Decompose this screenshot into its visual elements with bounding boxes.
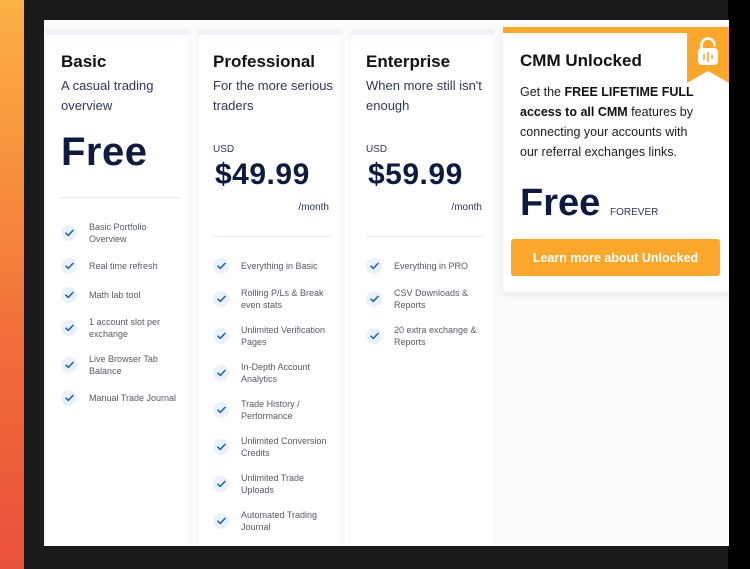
check-icon xyxy=(213,291,229,307)
background-dark-strip xyxy=(728,0,750,569)
plan-description: Get the FREE LIFETIME FULL access to all… xyxy=(520,85,694,159)
check-icon xyxy=(213,476,229,492)
plan-title: CMM Unlocked xyxy=(520,51,642,70)
feature-item: Manual Trade Journal xyxy=(61,390,179,406)
plan-price: Free xyxy=(520,182,601,224)
feature-list: Basic Portfolio Overview Real time refre… xyxy=(61,221,179,419)
check-icon xyxy=(61,390,77,406)
feature-item: Everything in Basic xyxy=(213,258,331,274)
check-icon xyxy=(61,258,77,274)
check-icon xyxy=(61,320,77,336)
plan-title: Professional xyxy=(213,52,316,71)
plan-price-suffix: FOREVER xyxy=(610,207,659,218)
feature-item: Unlimited Conversion Credits xyxy=(213,435,331,459)
plan-subtitle: When more still isn't enough xyxy=(366,78,482,113)
check-icon xyxy=(366,258,382,274)
plan-card-enterprise: Enterprise When more still isn't enough … xyxy=(351,30,494,546)
unlock-chart-icon xyxy=(687,27,729,83)
check-icon xyxy=(213,365,229,381)
divider xyxy=(213,236,331,237)
feature-item: 1 account slot per exchange xyxy=(61,316,179,340)
feature-item: Real time refresh xyxy=(61,258,179,274)
feature-item: Math lab tool xyxy=(61,287,179,303)
feature-list: Everything in PRO CSV Downloads & Report… xyxy=(366,258,484,361)
plan-title: Enterprise xyxy=(366,52,451,71)
plan-currency: USD xyxy=(213,144,235,155)
plan-card-professional: Professional For the more serious trader… xyxy=(198,30,341,546)
plan-period: /month xyxy=(298,202,329,213)
divider xyxy=(61,197,179,198)
plan-period: /month xyxy=(451,202,482,213)
feature-item: Automated Trading Journal xyxy=(213,509,331,533)
feature-item: CSV Downloads & Reports xyxy=(366,287,484,311)
check-icon xyxy=(61,225,77,241)
feature-item: Trade History / Performance xyxy=(213,398,331,422)
check-icon xyxy=(213,258,229,274)
learn-more-unlocked-button[interactable]: Learn more about Unlocked xyxy=(511,239,720,276)
feature-item: 20 extra exchange & Reports xyxy=(366,324,484,348)
background-gradient-strip xyxy=(0,0,24,569)
feature-item: Unlimited Verification Pages xyxy=(213,324,331,348)
feature-item: In-Depth Account Analytics xyxy=(213,361,331,385)
check-icon xyxy=(366,291,382,307)
check-icon xyxy=(61,357,77,373)
plan-price: $49.99 xyxy=(215,158,310,191)
feature-list: Everything in Basic Rolling P/Ls & Break… xyxy=(213,258,331,546)
check-icon xyxy=(213,439,229,455)
plan-card-basic: Basic A casual trading overview Free Bas… xyxy=(46,30,189,546)
check-icon xyxy=(213,402,229,418)
check-icon xyxy=(213,328,229,344)
plan-subtitle: For the more serious traders xyxy=(213,78,333,113)
plan-price: $59.99 xyxy=(368,158,463,191)
divider xyxy=(366,236,484,237)
feature-item: Everything in PRO xyxy=(366,258,484,274)
plan-title: Basic xyxy=(61,52,107,71)
plan-subtitle: A casual trading overview xyxy=(61,78,154,113)
plan-price: Free xyxy=(61,130,148,174)
check-icon xyxy=(213,513,229,529)
plan-card-unlocked: CMM Unlocked Get the FREE LIFETIME FULL … xyxy=(503,27,729,292)
plan-currency: USD xyxy=(366,144,388,155)
pricing-section: Basic A casual trading overview Free Bas… xyxy=(44,20,729,546)
feature-item: Basic Portfolio Overview xyxy=(61,221,179,245)
feature-item: Live Browser Tab Balance xyxy=(61,353,179,377)
check-icon xyxy=(366,328,382,344)
feature-item: Rolling P/Ls & Break even stats xyxy=(213,287,331,311)
feature-item: Unlimited Trade Uploads xyxy=(213,472,331,496)
check-icon xyxy=(61,287,77,303)
